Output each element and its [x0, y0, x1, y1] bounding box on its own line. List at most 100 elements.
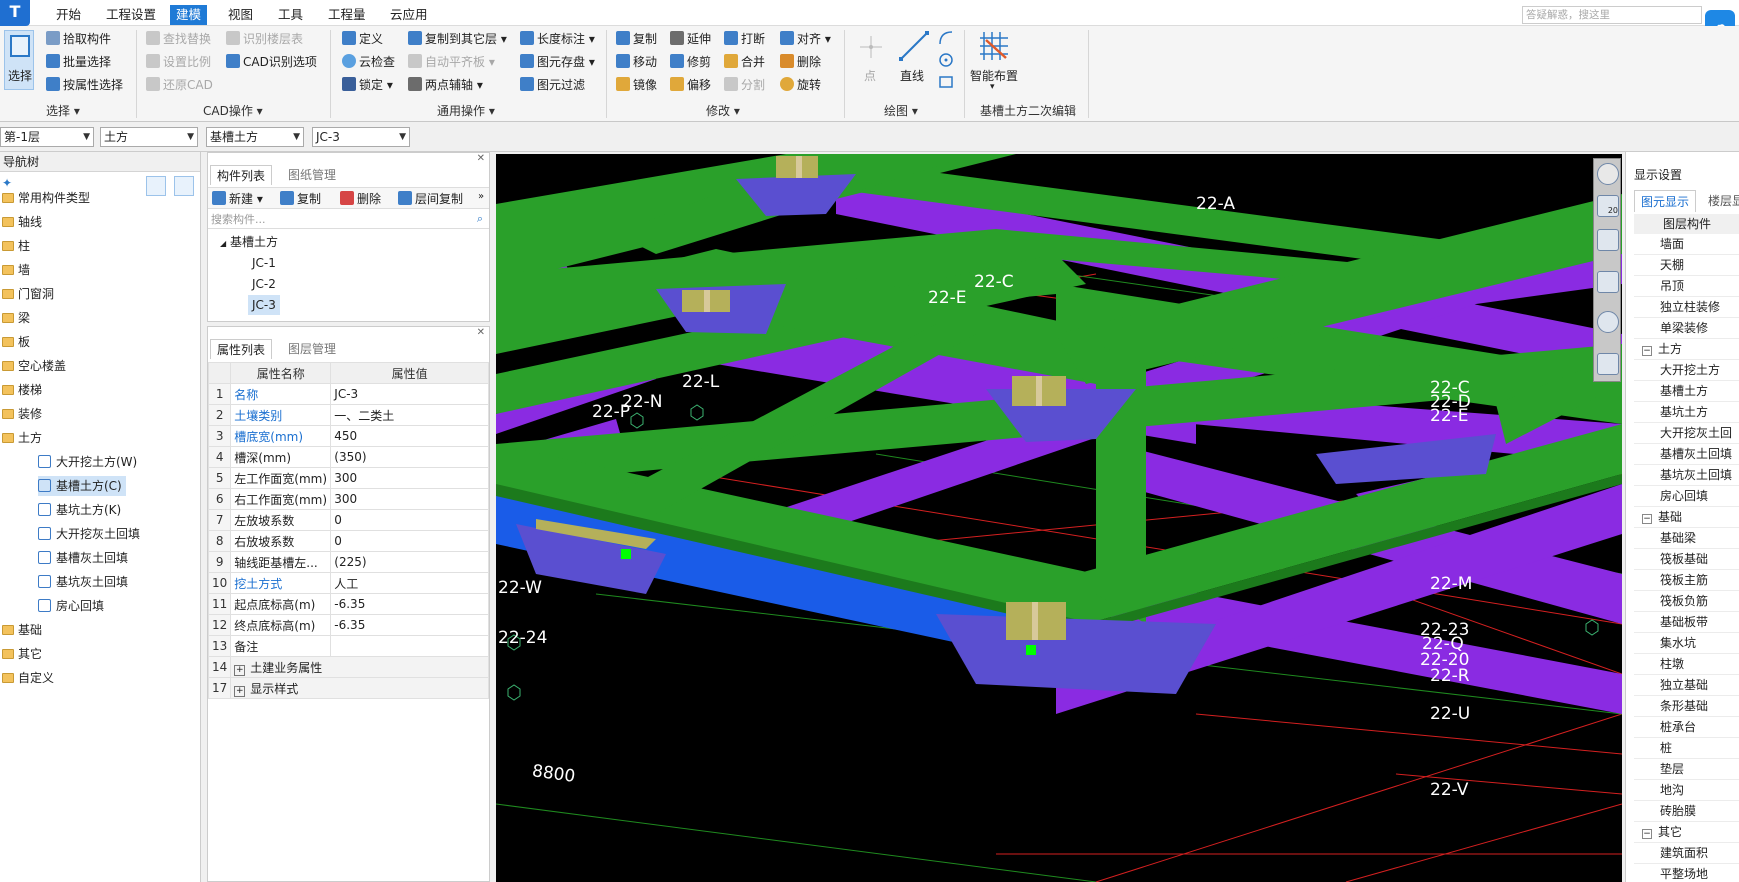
- element-filter-button[interactable]: 图元过滤: [520, 75, 585, 95]
- break-button[interactable]: 打断: [724, 29, 765, 49]
- nav-item[interactable]: 楼梯: [2, 380, 42, 400]
- display-item[interactable]: 建筑面积: [1634, 843, 1739, 864]
- display-item[interactable]: 独立柱装修: [1634, 297, 1739, 318]
- lock-button[interactable]: 锁定 ▾: [342, 75, 393, 95]
- offset-button[interactable]: 偏移: [670, 75, 711, 95]
- property-row[interactable]: 6 右工作面宽(mm) 300: [207, 488, 489, 510]
- property-row[interactable]: 12 终点底标高(m) -6.35: [207, 614, 489, 636]
- tab-floor-display[interactable]: 楼层显示: [1704, 190, 1739, 212]
- type-select[interactable]: 基槽土方 ▼: [206, 127, 304, 147]
- select-by-property-button[interactable]: 按属性选择: [46, 75, 123, 95]
- tab-quantity[interactable]: 工程量: [322, 5, 372, 25]
- collapse-icon[interactable]: −: [1642, 346, 1652, 356]
- align-button[interactable]: 对齐 ▾: [780, 29, 831, 49]
- display-group[interactable]: − 土方: [1634, 339, 1739, 360]
- property-value[interactable]: 0: [330, 530, 489, 552]
- display-item[interactable]: 吊顶: [1634, 276, 1739, 297]
- component-search-input[interactable]: 搜索构件...: [208, 211, 489, 229]
- property-value[interactable]: -6.35: [330, 593, 489, 615]
- save-element-button[interactable]: 图元存盘 ▾: [520, 52, 595, 72]
- app-logo[interactable]: T: [0, 0, 30, 26]
- property-row[interactable]: 10 挖土方式 人工: [207, 572, 489, 594]
- category-select[interactable]: 土方 ▼: [100, 127, 198, 147]
- close-icon[interactable]: ✕: [477, 153, 485, 164]
- property-value[interactable]: (225): [330, 551, 489, 573]
- nav-item[interactable]: 常用构件类型: [2, 188, 90, 208]
- display-item[interactable]: 条形基础: [1634, 696, 1739, 717]
- nav-sub-item[interactable]: 基槽土方(C): [38, 476, 126, 496]
- delete-button[interactable]: 删除: [780, 52, 821, 72]
- display-item[interactable]: 天棚: [1634, 255, 1739, 276]
- tab-layer-manage[interactable]: 图层管理: [282, 339, 342, 359]
- tab-modeling[interactable]: 建模: [170, 5, 208, 25]
- trim-button[interactable]: 修剪: [670, 52, 711, 72]
- help-search-input[interactable]: 答疑解惑，搜这里: [1522, 6, 1702, 24]
- move-button[interactable]: 移动: [616, 52, 657, 72]
- nav-item[interactable]: 土方: [2, 428, 42, 448]
- merge-button[interactable]: 合并: [724, 52, 765, 72]
- define-button[interactable]: 定义: [342, 29, 383, 49]
- split-button[interactable]: 分割: [724, 75, 765, 95]
- nav-item[interactable]: 其它: [2, 644, 42, 664]
- extend-button[interactable]: 延伸: [670, 29, 711, 49]
- display-item[interactable]: 砖胎膜: [1634, 801, 1739, 822]
- grid-view-icon[interactable]: [1597, 353, 1619, 375]
- arc-icon[interactable]: [938, 30, 954, 46]
- find-replace-button[interactable]: 查找替换: [146, 29, 211, 49]
- property-value[interactable]: 人工: [330, 572, 489, 594]
- property-row[interactable]: 3 槽底宽(mm) 450: [207, 425, 489, 447]
- tab-project-settings[interactable]: 工程设置: [100, 5, 162, 25]
- zoom-level[interactable]: 20: [1597, 195, 1619, 217]
- tab-drawing-manage[interactable]: 图纸管理: [282, 165, 342, 185]
- new-button[interactable]: 新建 ▾: [212, 189, 263, 209]
- copy-between-floors-button[interactable]: 层间复制: [398, 189, 463, 209]
- property-value[interactable]: 一、二类土: [330, 404, 489, 426]
- tab-property-list[interactable]: 属性列表: [210, 339, 273, 359]
- property-row[interactable]: 1 名称 JC-3: [207, 383, 489, 405]
- display-item[interactable]: 垫层: [1634, 759, 1739, 780]
- component-item-selected[interactable]: JC-3: [248, 295, 280, 315]
- nav-sub-item[interactable]: 大开挖灰土回填: [38, 524, 140, 544]
- display-item[interactable]: 地沟: [1634, 780, 1739, 801]
- display-item[interactable]: 独立基础: [1634, 675, 1739, 696]
- nav-item[interactable]: 基础: [2, 620, 42, 640]
- copy-button[interactable]: 复制: [616, 29, 657, 49]
- property-row[interactable]: 13 备注: [207, 635, 489, 657]
- nav-sub-item[interactable]: 基坑灰土回填: [38, 572, 128, 592]
- pick-component-button[interactable]: 拾取构件: [46, 29, 111, 49]
- copy-component-button[interactable]: 复制: [280, 189, 321, 209]
- model-canvas[interactable]: [496, 154, 1622, 882]
- delete-component-button[interactable]: 删除: [340, 189, 381, 209]
- display-item[interactable]: 基础梁: [1634, 528, 1739, 549]
- nav-item[interactable]: 空心楼盖: [2, 356, 66, 376]
- expand-icon[interactable]: +: [234, 685, 246, 697]
- property-row[interactable]: 9 轴线距基槽左... (225): [207, 551, 489, 573]
- close-icon[interactable]: ✕: [477, 327, 485, 338]
- expand-icon[interactable]: +: [234, 664, 246, 676]
- floor-select[interactable]: 第-1层 ▼: [0, 127, 94, 147]
- property-value[interactable]: JC-3: [330, 383, 489, 405]
- collapse-icon[interactable]: ◢: [220, 239, 226, 248]
- display-item[interactable]: 平整场地: [1634, 864, 1739, 882]
- display-item[interactable]: 单梁装修: [1634, 318, 1739, 339]
- draw-point-button[interactable]: 点: [864, 66, 876, 86]
- cad-options-button[interactable]: CAD识别选项: [226, 52, 317, 72]
- display-item[interactable]: 集水坑: [1634, 633, 1739, 654]
- nav-item[interactable]: 墙: [2, 260, 30, 280]
- display-item[interactable]: 柱墩: [1634, 654, 1739, 675]
- nav-sub-item[interactable]: 基槽灰土回填: [38, 548, 128, 568]
- nav-sub-item[interactable]: 房心回填: [38, 596, 104, 616]
- display-item[interactable]: 筏板主筋: [1634, 570, 1739, 591]
- chevron-down-icon[interactable]: ▾: [990, 82, 995, 92]
- display-item[interactable]: 桩承台: [1634, 717, 1739, 738]
- display-item[interactable]: 基础板带: [1634, 612, 1739, 633]
- tab-cloud[interactable]: 云应用: [384, 5, 434, 25]
- tab-tools[interactable]: 工具: [272, 5, 309, 25]
- property-value[interactable]: 450: [330, 425, 489, 447]
- nav-item[interactable]: 轴线: [2, 212, 42, 232]
- more-icon[interactable]: »: [478, 191, 484, 202]
- two-point-axis-button[interactable]: 两点辅轴 ▾: [408, 75, 483, 95]
- group-draw-label[interactable]: 绘图 ▾: [884, 102, 918, 120]
- nav-sub-item[interactable]: 大开挖土方(W): [38, 452, 137, 472]
- display-item[interactable]: 基坑灰土回填: [1634, 465, 1739, 486]
